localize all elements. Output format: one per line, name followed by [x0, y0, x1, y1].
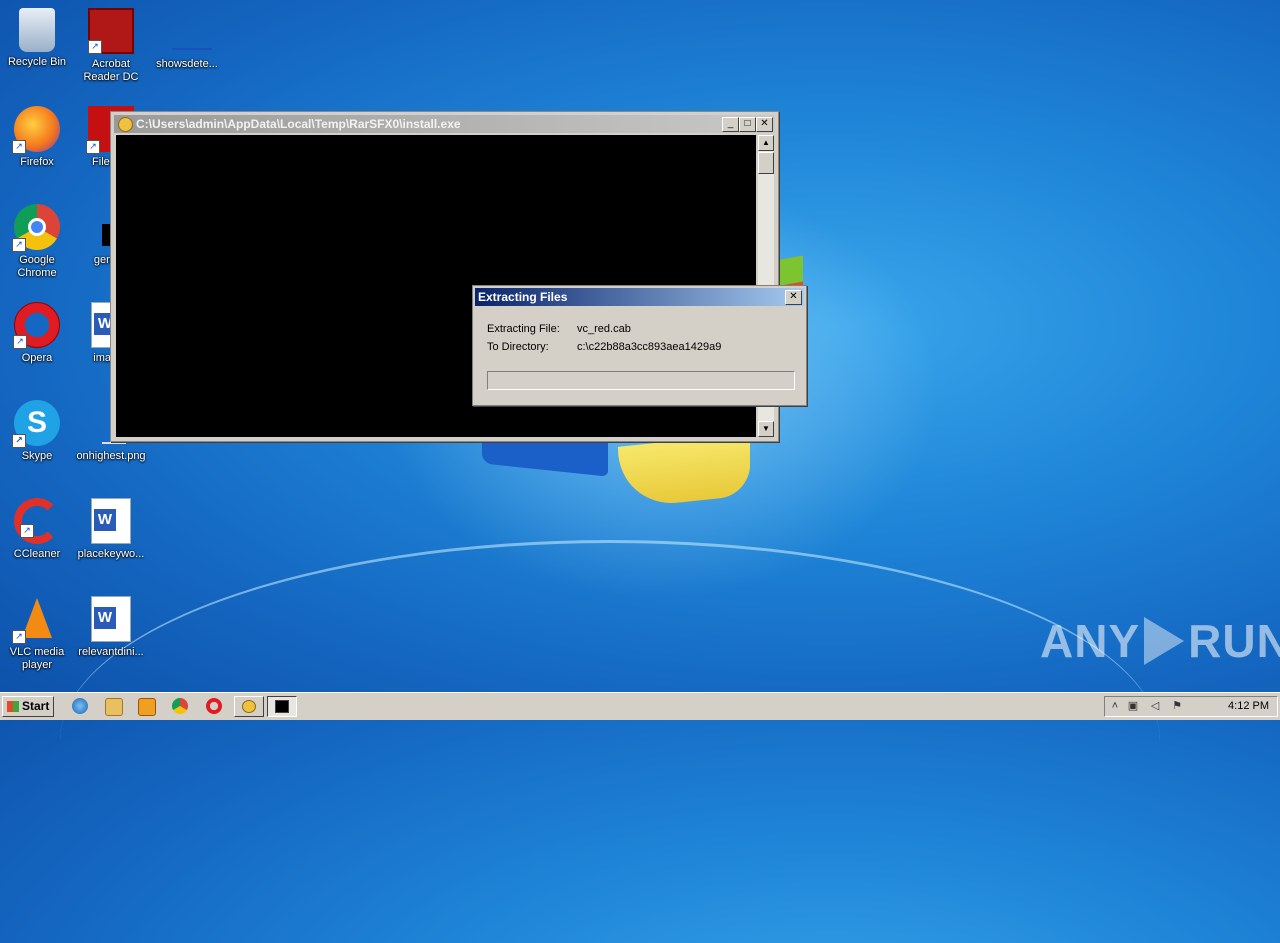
shortcut-arrow-icon: ↗ [20, 524, 34, 538]
desktop-icon-recycle-bin[interactable]: Recycle Bin [0, 8, 74, 69]
anyrun-watermark: ANY RUN [1040, 614, 1280, 668]
clock[interactable]: 4:12 PM [1228, 700, 1269, 712]
taskbar-installer-button[interactable] [234, 696, 264, 717]
shortcut-arrow-icon: ↗ [12, 238, 26, 252]
shortcut-arrow-icon: ↗ [88, 40, 102, 54]
dialog-title-bar[interactable]: Extracting Files ✕ [475, 288, 804, 306]
acrobat-reader-icon: ↗ [88, 8, 134, 54]
shortcut-arrow-icon: ↗ [86, 140, 100, 154]
word-document-icon [91, 498, 131, 544]
scroll-thumb[interactable] [758, 152, 774, 174]
console-title: C:\Users\admin\AppData\Local\Temp\RarSFX… [136, 117, 461, 131]
watermark-right: RUN [1188, 615, 1280, 667]
chrome-icon: ↗ [12, 204, 60, 252]
extracting-file-label: Extracting File: [487, 323, 560, 335]
desktop-icon-vlc[interactable]: ↗ VLC media player [0, 596, 74, 672]
start-button[interactable]: Start [2, 696, 54, 717]
scroll-up-button[interactable]: ▲ [758, 135, 774, 151]
opera-icon: ↗ [13, 302, 60, 349]
chevron-up-icon[interactable]: ˄ [1109, 700, 1121, 713]
scroll-down-button[interactable]: ▼ [758, 421, 774, 437]
extraction-progress-bar [487, 371, 795, 390]
firefox-icon: ↗ [12, 106, 60, 154]
network-icon[interactable]: ▣ [1127, 700, 1139, 713]
flag-icon[interactable]: ⚑ [1171, 700, 1183, 713]
word-document-icon [91, 596, 131, 642]
chrome-taskbar-icon[interactable] [172, 698, 188, 714]
extracting-files-dialog[interactable]: Extracting Files ✕ Extracting File: vc_r… [472, 285, 807, 406]
opera-taskbar-icon[interactable] [206, 698, 222, 714]
desktop-icon-relevantdini[interactable]: relevantdini... [74, 596, 148, 659]
shortcut-arrow-icon: ↗ [12, 140, 26, 154]
desktop-icon-chrome[interactable]: ↗ Google Chrome [0, 204, 74, 280]
taskbar-console-button[interactable] [267, 696, 297, 717]
dialog-title: Extracting Files [478, 290, 568, 304]
system-tray: ˄ ▣ ◁ ⚑ 4:12 PM [1104, 696, 1278, 717]
wallpaper-arc [60, 540, 1160, 943]
desktop-icon-placekeywo[interactable]: placekeywo... [74, 498, 148, 561]
to-directory-value: c:\c22b88a3cc893aea1429a9 [577, 341, 722, 353]
desktop-icon-acrobat[interactable]: ↗ Acrobat Reader DC [74, 8, 148, 84]
installer-icon [242, 700, 256, 713]
play-logo-icon [1144, 617, 1185, 665]
watermark-left: ANY [1040, 615, 1141, 667]
desktop-icon-showsdete[interactable]: showsdete... [150, 8, 224, 71]
desktop-icon-skype[interactable]: S ↗ Skype [0, 400, 74, 463]
skype-icon: S ↗ [12, 400, 60, 448]
desktop-icon-firefox[interactable]: ↗ Firefox [0, 106, 74, 169]
shortcut-arrow-icon: ↗ [12, 434, 26, 448]
maximize-button[interactable]: □ [739, 117, 756, 132]
windows-logo-icon [7, 701, 19, 712]
desktop-icon-ccleaner[interactable]: ↗ CCleaner [0, 498, 74, 561]
shortcut-arrow-icon: ↗ [13, 335, 27, 349]
internet-explorer-icon[interactable] [72, 698, 88, 714]
explorer-folder-icon[interactable] [105, 698, 123, 716]
shortcut-arrow-icon: ↗ [12, 630, 26, 644]
wallpaper-logo-green [775, 255, 803, 287]
minimize-button[interactable]: _ [722, 117, 739, 132]
recycle-bin-icon [19, 8, 55, 52]
extracting-file-value: vc_red.cab [577, 323, 631, 335]
taskbar: Start ˄ ▣ ◁ ⚑ 4:12 PM [0, 692, 1280, 720]
media-player-icon[interactable] [138, 698, 156, 716]
close-button[interactable]: ✕ [756, 117, 773, 132]
installer-icon [118, 117, 133, 132]
dialog-close-button[interactable]: ✕ [785, 290, 802, 305]
to-directory-label: To Directory: [487, 341, 549, 353]
console-title-bar[interactable]: C:\Users\admin\AppData\Local\Temp\RarSFX… [114, 115, 775, 133]
vlc-icon: ↗ [12, 596, 60, 644]
console-icon [275, 700, 289, 713]
volume-icon[interactable]: ◁ [1149, 700, 1161, 713]
desktop-icon-opera[interactable]: ↗ Opera [0, 302, 74, 365]
file-icon [164, 8, 212, 54]
ccleaner-icon: ↗ [14, 498, 60, 544]
